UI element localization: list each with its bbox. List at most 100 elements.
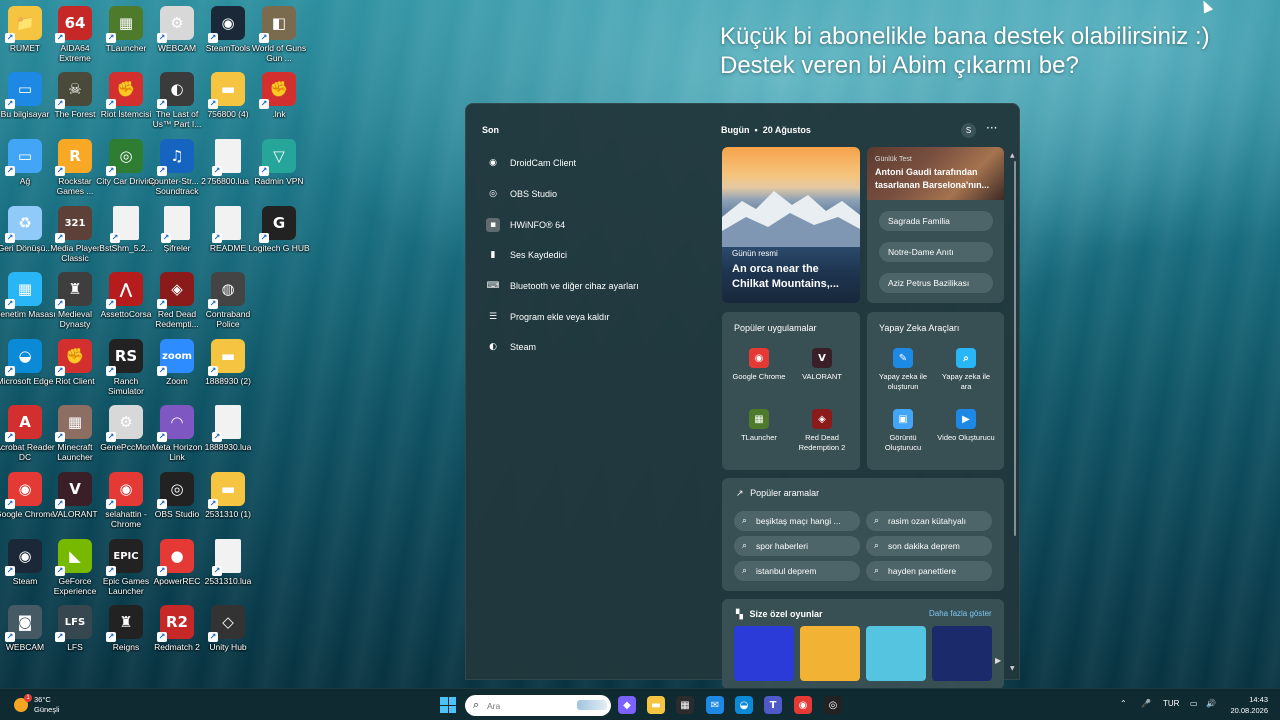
desktop-icon[interactable]: ◧ ↗ World of Guns Gun ... — [250, 6, 308, 70]
picture-of-day-card[interactable]: Günün resmi An orca near the Chilkat Mou… — [722, 147, 860, 303]
mail-icon[interactable]: ✉ — [706, 696, 724, 714]
vertical-scrollbar[interactable] — [1014, 161, 1016, 536]
desktop-icon[interactable]: LFS ↗ LFS — [46, 605, 104, 669]
desktop-icon[interactable]: ◇ ↗ Unity Hub — [199, 605, 257, 669]
store-icon[interactable]: ▦ — [676, 696, 694, 714]
volume-icon[interactable]: 🔊 — [1206, 699, 1216, 708]
desktop-icon[interactable]: ◉ ↗ selahattin - Chrome — [97, 472, 155, 536]
desktop-icon[interactable]: zoom ↗ Zoom — [148, 339, 206, 403]
recent-item[interactable]: ▮ Ses Kaydedici — [486, 240, 706, 271]
desktop-icon[interactable]: ↗ BstShm_5.2... — [97, 206, 155, 270]
launcher-tile[interactable]: ▶ Video Oluşturucu — [936, 409, 996, 443]
desktop-icon[interactable]: ⚙ ↗ WEBCAM — [148, 6, 206, 70]
desktop-icon[interactable]: ▽ ↗ Radmin VPN — [250, 139, 308, 203]
scroll-up-icon[interactable]: ▲ — [1010, 152, 1015, 159]
popular-search-chip[interactable]: ⌕ son dakika deprem — [866, 536, 992, 556]
tile-icon: ◈ — [812, 409, 832, 429]
app-icon: ▭ ↗ — [5, 139, 42, 176]
launcher-tile[interactable]: V VALORANT — [792, 348, 852, 382]
recent-item[interactable]: ⌨ Bluetooth ve diğer cihaz ayarları — [486, 271, 706, 302]
desktop-icon[interactable]: ◍ ↗ Contraband Police — [199, 272, 257, 336]
weather-widget[interactable]: 1 36°C Güneşli — [14, 694, 59, 715]
clock[interactable]: 14:43 20.08.2026 — [1222, 694, 1268, 716]
desktop-icon[interactable]: ↗ Şifreler — [148, 206, 206, 270]
desktop-icon[interactable]: R ↗ Rockstar Games ... — [46, 139, 104, 203]
desktop-icon[interactable]: EPIC ↗ Epic Games Launcher — [97, 539, 155, 603]
popular-search-chip[interactable]: ⌕ spor haberleri — [734, 536, 860, 556]
desktop-icon[interactable]: ● ↗ ApowerREC — [148, 539, 206, 603]
desktop-icons: 📁 ↗ RUMET 64 ↗ AIDA64 Extreme ▦ ↗ TLauncher ⚙ ↗ WEB… — [0, 0, 310, 680]
popular-search-chip[interactable]: ⌕ rasim ozan kütahyalı — [866, 511, 992, 531]
launcher-tile[interactable]: ✎ Yapay zeka ile oluşturun — [873, 348, 933, 392]
desktop-icon[interactable]: ♜ ↗ Medieval Dynasty — [46, 272, 104, 336]
game-thumbnail[interactable] — [800, 626, 860, 681]
recent-item[interactable]: ☰ Program ekle veya kaldır — [486, 301, 706, 332]
recorder-icon[interactable]: ◎ — [824, 696, 842, 714]
teams-icon[interactable]: T — [764, 696, 782, 714]
launcher-tile[interactable]: ◉ Google Chrome — [729, 348, 789, 382]
recent-item[interactable]: ▪ HWiNFO® 64 — [486, 209, 706, 240]
desktop-icon[interactable]: ↗ 2531310.lua — [199, 539, 257, 603]
chevron-right-icon[interactable]: ▶ — [995, 656, 1001, 665]
recent-item[interactable]: ◐ Steam — [486, 332, 706, 363]
quiz-option[interactable]: Sagrada Familia — [879, 211, 993, 231]
popular-search-chip[interactable]: ⌕ istanbul deprem — [734, 561, 860, 581]
desktop-icon[interactable]: ☠ ↗ The Forest — [46, 72, 104, 136]
show-hidden-icons-icon[interactable]: ⌃ — [1120, 699, 1127, 708]
desktop-icon[interactable]: ◎ ↗ OBS Studio — [148, 472, 206, 536]
shortcut-arrow-icon: ↗ — [212, 166, 222, 176]
desktop-icon[interactable]: ♫ ↗ Counter-Str... 2 Soundtrack — [148, 139, 206, 203]
recent-item[interactable]: ◎ OBS Studio — [486, 179, 706, 210]
recent-item-label: Bluetooth ve diğer cihaz ayarları — [510, 281, 639, 292]
quiz-header-image[interactable]: Günlük Test Antoni Gaudi tarafından tasa… — [867, 147, 1004, 200]
desktop-icon[interactable]: 64 ↗ AIDA64 Extreme — [46, 6, 104, 70]
desktop-icon[interactable]: ◐ ↗ The Last of Us™ Part I... — [148, 72, 206, 136]
game-thumbnail[interactable] — [866, 626, 926, 681]
quiz-option[interactable]: Aziz Petrus Bazilikası — [879, 273, 993, 293]
copilot-icon[interactable]: ◆ — [618, 696, 636, 714]
desktop-icon[interactable]: ▬ ↗ 1888930 (2) — [199, 339, 257, 403]
game-thumbnail[interactable] — [932, 626, 992, 681]
account-avatar[interactable]: S — [961, 123, 976, 138]
see-more-link[interactable]: Daha fazla göster — [929, 609, 992, 618]
scroll-down-icon[interactable]: ▼ — [1010, 665, 1015, 672]
desktop-icon[interactable]: ✊ ↗ .lnk — [250, 72, 308, 136]
desktop-icon[interactable]: RS ↗ Ranch Simulator — [97, 339, 155, 403]
language-indicator[interactable]: TUR — [1163, 699, 1179, 708]
desktop-icon[interactable]: ◠ ↗ Meta Horizon Link — [148, 405, 206, 469]
launcher-tile[interactable]: ⌕ Yapay zeka ile ara — [936, 348, 996, 392]
launcher-tile[interactable]: ◈ Red Dead Redemption 2 — [792, 409, 852, 453]
chrome-icon[interactable]: ◉ — [794, 696, 812, 714]
desktop-icon[interactable]: ▬ ↗ 2531310 (1) — [199, 472, 257, 536]
desktop-icon[interactable]: ↗ README — [199, 206, 257, 270]
file-explorer-icon[interactable]: ▬ — [647, 696, 665, 714]
recent-item-label: Steam — [510, 342, 537, 353]
desktop-icon[interactable]: R2 ↗ Redmatch 2 — [148, 605, 206, 669]
network-icon[interactable]: ▭ — [1190, 699, 1198, 708]
popular-searches-title: Popüler aramalar — [750, 488, 820, 498]
quiz-option[interactable]: Notre-Dame Anıtı — [879, 242, 993, 262]
desktop-icon[interactable]: ♜ ↗ Reigns — [97, 605, 155, 669]
search-input[interactable] — [487, 698, 577, 713]
game-thumbnail[interactable] — [734, 626, 794, 681]
shortcut-arrow-icon: ↗ — [55, 432, 65, 442]
desktop-icon[interactable]: ▬ ↗ 756800 (4) — [199, 72, 257, 136]
popular-search-chip[interactable]: ⌕ beşiktaş maçı hangi ... — [734, 511, 860, 531]
launcher-tile[interactable]: ▦ TLauncher — [729, 409, 789, 443]
popular-search-chip[interactable]: ⌕ hayden panettiere — [866, 561, 992, 581]
desktop-icon[interactable]: 321 ↗ Media Player Classic — [46, 206, 104, 270]
more-options-button[interactable]: ··· — [986, 121, 997, 135]
app-icon: ◧ ↗ — [259, 6, 296, 43]
start-button[interactable] — [440, 697, 456, 713]
microphone-icon[interactable]: 🎤 — [1141, 699, 1151, 708]
launcher-tile[interactable]: ▣ Görüntü Oluşturucu — [873, 409, 933, 453]
app-icon: A ↗ — [5, 405, 42, 442]
desktop-icon[interactable]: G ↗ Logitech G HUB — [248, 206, 310, 270]
taskbar-search[interactable]: ⌕ — [465, 695, 611, 716]
desktop-icon[interactable]: ↗ 756800.lua — [199, 139, 257, 203]
desktop-icon[interactable]: ▦ ↗ TLauncher — [97, 6, 155, 70]
desktop-icon[interactable]: ▦ ↗ Minecraft Launcher — [46, 405, 104, 469]
desktop-icon[interactable]: ↗ 1888930.lua — [199, 405, 257, 469]
edge-icon[interactable]: ◒ — [735, 696, 753, 714]
recent-item[interactable]: ◉ DroidCam Client — [486, 148, 706, 179]
